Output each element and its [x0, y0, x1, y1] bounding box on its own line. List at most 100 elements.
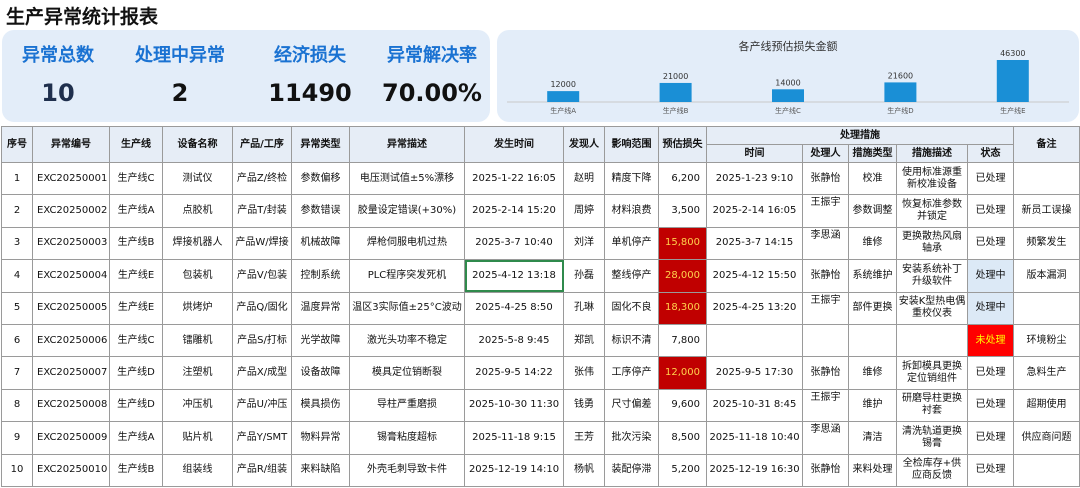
cell-seq[interactable]: 4 [1, 259, 33, 293]
cell-desc[interactable]: PLC程序突发死机 [349, 259, 465, 293]
cell-desc[interactable]: 胶量设定错误(+30%) [349, 194, 465, 228]
cell-time[interactable]: 2025-4-25 8:50 [464, 291, 564, 325]
cell-finder[interactable]: 赵明 [563, 161, 605, 196]
cell-device[interactable]: 冲压机 [162, 388, 233, 423]
cell-measure-handler[interactable]: 王振宇 [802, 388, 849, 423]
cell-line[interactable]: 生产线A [109, 194, 163, 228]
cell-id[interactable]: EXC20250004 [32, 259, 110, 293]
cell-id[interactable]: EXC20250002 [32, 194, 110, 228]
cell-measure-time[interactable]: 2025-2-14 16:05 [706, 194, 803, 228]
cell-measure-handler[interactable]: 张静怡 [802, 161, 849, 196]
cell-impact[interactable]: 工序停产 [604, 356, 659, 390]
cell-seq[interactable]: 6 [1, 323, 33, 358]
cell-measure-desc[interactable]: 安装系统补丁升级软件 [896, 259, 968, 293]
cell-time[interactable]: 2025-1-22 16:05 [464, 161, 564, 196]
cell-finder[interactable]: 孔琳 [563, 291, 605, 325]
cell-remark[interactable]: 新员工误操 [1013, 194, 1080, 228]
cell-remark[interactable] [1013, 453, 1080, 487]
cell-remark[interactable]: 急料生产 [1013, 356, 1080, 390]
cell-loss[interactable]: 5,200 [658, 453, 707, 487]
cell-seq[interactable]: 10 [1, 453, 33, 487]
cell-finder[interactable]: 王芳 [563, 421, 605, 455]
cell-loss[interactable]: 9,600 [658, 388, 707, 423]
cell-time[interactable]: 2025-3-7 10:40 [464, 226, 564, 261]
cell-measure-handler[interactable]: 张静怡 [802, 453, 849, 487]
cell-measure-type[interactable]: 来料处理 [848, 453, 897, 487]
cell-measure-desc[interactable]: 清洗轨道更换锡膏 [896, 421, 968, 455]
cell-measure-type[interactable] [848, 323, 897, 358]
cell-measure-type[interactable]: 维修 [848, 226, 897, 261]
cell-type[interactable]: 模具损伤 [291, 388, 350, 423]
cell-measure-time[interactable]: 2025-3-7 14:15 [706, 226, 803, 261]
cell-measure-time[interactable]: 2025-11-18 10:40 [706, 421, 803, 455]
cell-impact[interactable]: 材料浪费 [604, 194, 659, 228]
cell-measure-time[interactable]: 2025-1-23 9:10 [706, 161, 803, 196]
cell-loss[interactable]: 3,500 [658, 194, 707, 228]
cell-impact[interactable]: 批次污染 [604, 421, 659, 455]
cell-status[interactable]: 已处理 [966, 356, 1015, 390]
cell-product[interactable]: 产品S/打标 [232, 323, 292, 358]
cell-time[interactable]: 2025-10-30 11:30 [464, 388, 564, 423]
cell-desc[interactable]: 温区3实际值±25°C波动 [349, 291, 465, 325]
cell-desc[interactable]: 电压测试值±5%漂移 [349, 161, 465, 196]
cell-measure-type[interactable]: 维修 [848, 356, 897, 390]
cell-measure-time[interactable]: 2025-12-19 16:30 [706, 453, 803, 487]
cell-status[interactable]: 已处理 [966, 226, 1015, 261]
cell-id[interactable]: EXC20250006 [32, 323, 110, 358]
cell-measure-handler[interactable]: 李思涵 [802, 421, 849, 455]
cell-status[interactable]: 已处理 [966, 388, 1015, 423]
cell-status[interactable]: 已处理 [966, 194, 1015, 228]
cell-id[interactable]: EXC20250010 [32, 453, 110, 487]
cell-measure-desc[interactable] [896, 323, 968, 358]
cell-loss[interactable]: 12,000 [658, 356, 707, 390]
cell-id[interactable]: EXC20250007 [32, 356, 110, 390]
cell-remark[interactable]: 版本漏洞 [1013, 259, 1080, 293]
cell-type[interactable]: 来料缺陷 [291, 453, 350, 487]
cell-line[interactable]: 生产线B [109, 226, 163, 261]
cell-product[interactable]: 产品V/包装 [232, 259, 292, 293]
cell-measure-type[interactable]: 参数调整 [848, 194, 897, 228]
cell-measure-handler[interactable]: 张静怡 [802, 356, 849, 390]
cell-impact[interactable]: 标识不清 [604, 323, 659, 358]
cell-desc[interactable]: 外壳毛刺导致卡件 [349, 453, 465, 487]
cell-impact[interactable]: 精度下降 [604, 161, 659, 196]
cell-loss[interactable]: 8,500 [658, 421, 707, 455]
cell-measure-handler[interactable]: 张静怡 [802, 259, 849, 293]
cell-measure-desc[interactable]: 更换散热风扇轴承 [896, 226, 968, 261]
cell-loss[interactable]: 15,800 [658, 226, 707, 261]
cell-finder[interactable]: 杨帆 [563, 453, 605, 487]
cell-line[interactable]: 生产线C [109, 161, 163, 196]
cell-measure-handler[interactable]: 王振宇 [802, 194, 849, 228]
cell-measure-desc[interactable]: 研磨导柱更换衬套 [896, 388, 968, 423]
cell-device[interactable]: 包装机 [162, 259, 233, 293]
cell-measure-type[interactable]: 维护 [848, 388, 897, 423]
cell-remark[interactable]: 频繁发生 [1013, 226, 1080, 261]
cell-measure-type[interactable]: 清洁 [848, 421, 897, 455]
cell-loss[interactable]: 18,300 [658, 291, 707, 325]
cell-desc[interactable]: 激光头功率不稳定 [349, 323, 465, 358]
cell-measure-time[interactable]: 2025-4-25 13:20 [706, 291, 803, 325]
cell-measure-handler[interactable]: 李思涵 [802, 226, 849, 261]
cell-id[interactable]: EXC20250009 [32, 421, 110, 455]
cell-measure-desc[interactable]: 拆卸模具更换定位销组件 [896, 356, 968, 390]
cell-line[interactable]: 生产线E [109, 291, 163, 325]
cell-line[interactable]: 生产线D [109, 356, 163, 390]
cell-status[interactable]: 已处理 [966, 453, 1015, 487]
cell-device[interactable]: 测试仪 [162, 161, 233, 196]
cell-finder[interactable]: 郑凯 [563, 323, 605, 358]
cell-time[interactable]: 2025-11-18 9:15 [464, 421, 564, 455]
cell-loss[interactable]: 7,800 [658, 323, 707, 358]
cell-finder[interactable]: 刘洋 [563, 226, 605, 261]
cell-measure-desc[interactable]: 安装K型热电偶重校仪表 [896, 291, 968, 325]
cell-status[interactable]: 已处理 [966, 161, 1015, 196]
cell-finder[interactable]: 周婷 [563, 194, 605, 228]
cell-impact[interactable]: 固化不良 [604, 291, 659, 325]
cell-impact[interactable]: 尺寸偏差 [604, 388, 659, 423]
cell-measure-type[interactable]: 部件更换 [848, 291, 897, 325]
cell-device[interactable]: 注塑机 [162, 356, 233, 390]
cell-measure-type[interactable]: 校准 [848, 161, 897, 196]
cell-product[interactable]: 产品W/焊接 [232, 226, 292, 261]
cell-line[interactable]: 生产线A [109, 421, 163, 455]
cell-product[interactable]: 产品Y/SMT [232, 421, 292, 455]
cell-time[interactable]: 2025-12-19 14:10 [464, 453, 564, 487]
